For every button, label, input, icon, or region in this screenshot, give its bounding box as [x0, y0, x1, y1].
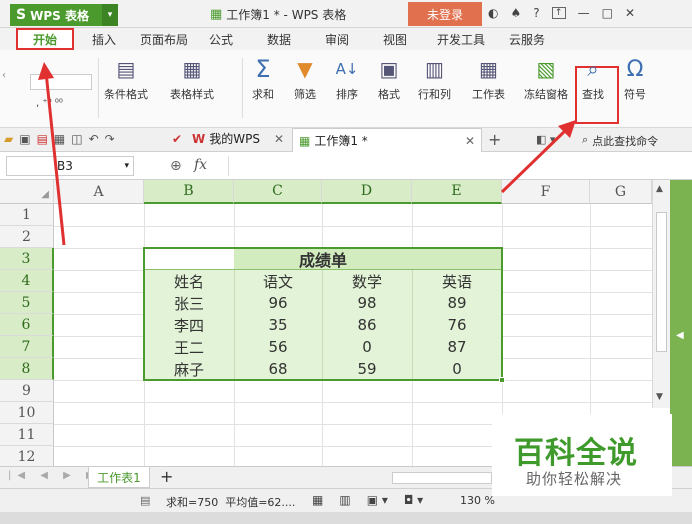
page-break-icon[interactable]: ▣ ▾: [367, 493, 388, 507]
watermark-title: 百科全说: [514, 436, 638, 471]
view-modes: ▦ ▥ ▣ ▾ ◘ ▾: [312, 493, 423, 507]
watermark-subtitle: 助你轻松解决: [526, 470, 623, 488]
arrow-to-start-tab: [38, 62, 66, 246]
watermark-logo: 百科全说 助你轻松解决: [492, 414, 672, 496]
page-view-icon[interactable]: ▥: [339, 493, 350, 507]
status-doc-icon[interactable]: ▤: [140, 494, 150, 507]
add-sheet-icon[interactable]: +: [160, 467, 173, 486]
bottom-strip: [0, 512, 692, 524]
sheet-tab-1[interactable]: 工作表1: [88, 467, 150, 488]
zoom-level[interactable]: 130 %: [460, 494, 495, 507]
reading-view-icon[interactable]: ◘ ▾: [404, 493, 423, 507]
arrow-to-find-button: [500, 120, 576, 194]
status-summary: 求和=750 平均值=62....: [166, 496, 296, 509]
horizontal-scrollbar[interactable]: [392, 472, 492, 484]
normal-view-icon[interactable]: ▦: [312, 493, 323, 507]
